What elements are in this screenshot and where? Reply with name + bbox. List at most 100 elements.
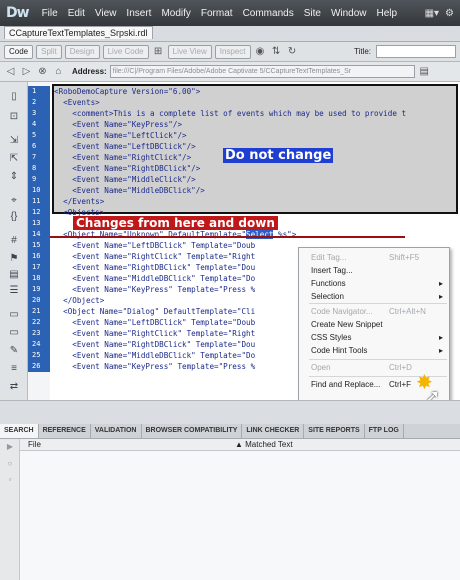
expand-all-icon[interactable]: ⇕ (7, 170, 21, 183)
gear-icon[interactable]: ⚙ (445, 8, 454, 19)
context-menu-item[interactable]: Code Hint Tools ▸ (299, 345, 451, 357)
collapse-tag-icon[interactable]: ⇲ (7, 134, 21, 147)
inspect-button[interactable]: Inspect (214, 44, 251, 59)
stop-icon-panel[interactable]: ○ (5, 459, 15, 469)
apply-comment-icon[interactable]: ▭ (7, 308, 21, 321)
open-documents-icon[interactable]: ▯ (7, 90, 21, 103)
forward-icon[interactable]: ▷ (20, 65, 33, 78)
code-line[interactable]: <Event Name="RightDBClick"/> (54, 163, 200, 174)
menu-commands[interactable]: Commands (238, 8, 299, 19)
wrap-tag-icon[interactable]: ✎ (7, 344, 21, 357)
menu-modify[interactable]: Modify (156, 8, 195, 19)
select-parent-tag-icon[interactable]: ⌖ (7, 194, 21, 207)
address-options-icon[interactable]: ▤ (418, 65, 431, 78)
context-menu-item[interactable]: Insert Tag... (299, 265, 451, 277)
browser-preview-icon[interactable]: ◉ (254, 45, 267, 58)
line-number: 16 (28, 251, 50, 262)
menu-file[interactable]: File (37, 8, 63, 19)
collapse-selection-icon[interactable]: ⇱ (7, 152, 21, 165)
code-line[interactable]: </Object> (54, 295, 104, 306)
tab-validation[interactable]: VALIDATION (91, 424, 142, 438)
code-line[interactable]: <Events> (54, 97, 100, 108)
context-menu-item[interactable]: CSS Styles ▸ (299, 332, 451, 344)
code-line[interactable]: <Event Name="RightDBClick" Template="Dou (54, 339, 255, 350)
code-line[interactable]: <comment>This is a complete list of even… (54, 108, 406, 119)
title-input[interactable] (376, 45, 456, 58)
line-number: 25 (28, 350, 50, 361)
address-input[interactable]: file:///C|/Program Files/Adobe/Adobe Cap… (109, 65, 415, 78)
menu-view[interactable]: View (90, 8, 122, 19)
line-number: 22 (28, 317, 50, 328)
recent-snippets-icon[interactable]: ≡ (7, 362, 21, 375)
context-menu-item[interactable]: Selection ▸ (299, 291, 451, 303)
context-menu-item[interactable]: Functions ▸ (299, 278, 451, 290)
code-line[interactable]: <Event Name="RightClick"/> (54, 152, 191, 163)
tab-ftp-log[interactable]: FTP LOG (365, 424, 404, 438)
code-line[interactable]: <Event Name="MiddleClick"/> (54, 174, 195, 185)
menu-site[interactable]: Site (299, 8, 326, 19)
code-line[interactable]: <Event Name="LeftDBClick" Template="Doub (54, 240, 255, 251)
menu-help[interactable]: Help (372, 8, 403, 19)
context-menu-item[interactable]: Code Navigator... Ctrl+Alt+N (299, 306, 451, 318)
code-line[interactable]: <Event Name="KeyPress" Template="Press % (54, 361, 255, 372)
tab-link-checker[interactable]: LINK CHECKER (242, 424, 305, 438)
menu-window[interactable]: Window (326, 8, 372, 19)
menu-format[interactable]: Format (196, 8, 238, 19)
file-management-icon[interactable]: ⇅ (270, 45, 283, 58)
design-view-button[interactable]: Design (64, 44, 100, 59)
tab-site-reports[interactable]: SITE REPORTS (304, 424, 365, 438)
document-tab[interactable]: CCaptureTextTemplates_Srpski.rdl (4, 26, 153, 39)
move-css-icon[interactable]: ⇄ (7, 380, 21, 393)
code-line[interactable]: <Object Name="Unknown" DefaultTemplate="… (54, 229, 296, 240)
syntax-coloring-icon[interactable]: ▤ (7, 268, 21, 281)
line-numbers-icon[interactable]: # (7, 234, 21, 247)
auto-indent-icon[interactable]: ☰ (7, 284, 21, 297)
split-view-button[interactable]: Split (36, 44, 62, 59)
highlight-invalid-code-icon[interactable]: ⚑ (7, 252, 21, 265)
matched-text-column-header[interactable]: ▲ Matched Text (235, 439, 293, 451)
back-icon[interactable]: ◁ (4, 65, 17, 78)
live-view-button[interactable]: Live View (167, 44, 212, 59)
remove-comment-icon[interactable]: ▭ (7, 326, 21, 339)
code-line[interactable]: <Event Name="RightDBClick" Template="Dou (54, 262, 255, 273)
code-line[interactable]: <RoboDemoCapture Version="6.00"> (54, 86, 200, 97)
home-icon[interactable]: ⌂ (52, 65, 65, 78)
code-line[interactable]: <Event Name="LeftDBClick"/> (54, 141, 195, 152)
title-label: Title: (353, 47, 371, 56)
code-line[interactable]: <Event Name="LeftDBClick" Template="Doub (54, 317, 255, 328)
layout-icon[interactable]: ▦▾ (425, 8, 439, 19)
code-view-button[interactable]: Code (4, 44, 34, 59)
live-code-button[interactable]: Live Code (102, 44, 149, 59)
play-icon[interactable]: ▶ (5, 442, 15, 452)
code-line[interactable]: <Event Name="RightClick" Template="Right (54, 328, 255, 339)
code-line[interactable]: <Event Name="MiddleDBClick"/> (54, 185, 205, 196)
menu-edit[interactable]: Edit (63, 8, 90, 19)
menu-item-label: Find and Replace... (311, 380, 381, 389)
do-not-change-annotation: Do not change (223, 148, 334, 163)
line-number: 18 (28, 273, 50, 284)
code-line[interactable]: <Event Name="KeyPress"/> (54, 119, 182, 130)
save-report-icon[interactable]: ▫ (5, 475, 15, 485)
menu-insert[interactable]: Insert (121, 8, 156, 19)
stop-icon[interactable]: ⊗ (36, 65, 49, 78)
show-code-navigator-icon[interactable]: ⊡ (7, 110, 21, 123)
line-number: 12 (28, 207, 50, 218)
code-line[interactable]: <Event Name="KeyPress" Template="Press % (54, 284, 255, 295)
code-line[interactable]: <Event Name="MiddleDBClick" Template="Do (54, 273, 255, 284)
code-line[interactable]: <Event Name="RightClick" Template="Right (54, 251, 255, 262)
code-line[interactable]: </Events> (54, 196, 104, 207)
line-number: 9 (28, 174, 50, 185)
tab-browser-compatibility[interactable]: BROWSER COMPATIBILITY (142, 424, 243, 438)
code-line[interactable]: <Event Name="LeftClick"/> (54, 130, 186, 141)
panel-splitter[interactable] (0, 400, 460, 424)
code-line[interactable]: <Object Name="Dialog" DefaultTemplate="C… (54, 306, 255, 317)
context-menu-item[interactable]: Create New Snippet (299, 319, 451, 331)
tab-search[interactable]: SEARCH (0, 424, 39, 438)
refresh-icon[interactable]: ↻ (286, 45, 299, 58)
balance-braces-icon[interactable]: {} (7, 210, 21, 223)
file-column-header[interactable]: File (28, 439, 41, 451)
code-line[interactable]: <Event Name="MiddleDBClick" Template="Do (54, 350, 255, 361)
context-menu-item[interactable]: Edit Tag... Shift+F5 (299, 252, 451, 264)
tab-reference[interactable]: REFERENCE (39, 424, 91, 438)
inspect-options-icon[interactable]: ⊞ (152, 45, 165, 58)
